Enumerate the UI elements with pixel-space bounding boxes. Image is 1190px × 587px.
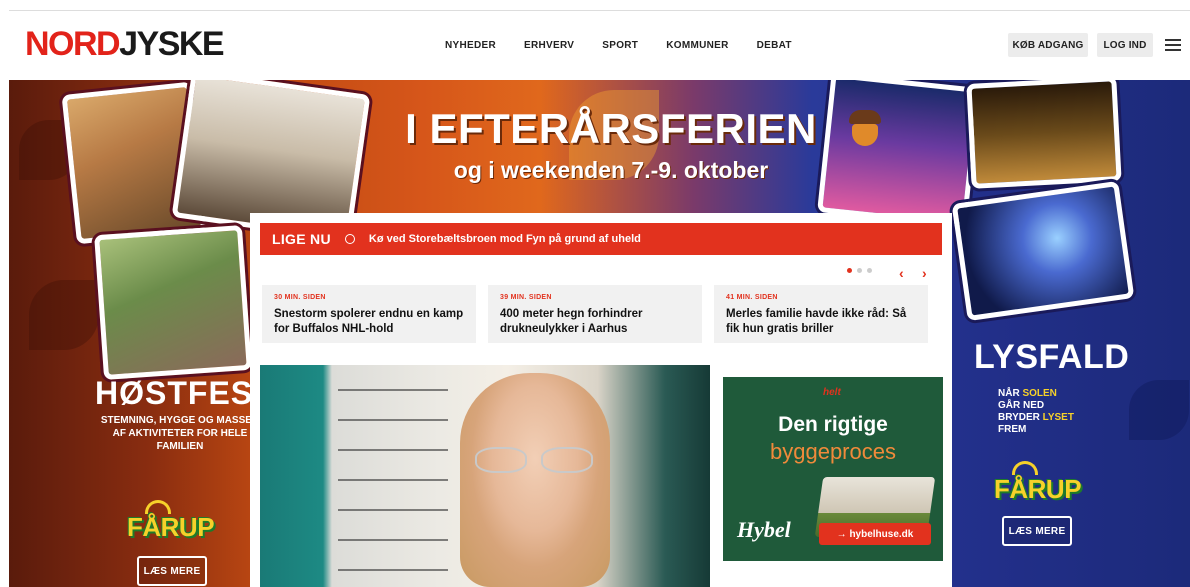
pager-dot[interactable] bbox=[867, 268, 872, 273]
read-more-button-right[interactable]: LÆS MERE bbox=[1002, 516, 1072, 546]
news-title[interactable]: 400 meter hegn forhindrer drukneulykker … bbox=[500, 307, 690, 337]
lysfald-text: BRYDER bbox=[998, 412, 1043, 423]
banner-subheadline: og i weekenden 7.-9. oktober bbox=[453, 157, 769, 183]
news-title[interactable]: Merles familie havde ikke råd: Så fik hu… bbox=[726, 307, 916, 337]
live-dot-icon bbox=[344, 234, 355, 244]
buy-access-button[interactable]: KØB ADGANG bbox=[1008, 33, 1088, 57]
live-ticker[interactable]: LIGE NU Kø ved Storebæltsbroen mod Fyn p… bbox=[260, 223, 942, 255]
news-title[interactable]: Snestorm spolerer endnu en kamp for Buff… bbox=[274, 307, 464, 337]
carousel-pager bbox=[847, 268, 872, 273]
logo-part-nord: NORD bbox=[25, 25, 121, 63]
girl-portrait bbox=[460, 373, 610, 587]
glasses-icon bbox=[475, 447, 595, 475]
leaf-decoration bbox=[29, 280, 99, 350]
nav-item-debat[interactable]: DEBAT bbox=[757, 40, 792, 51]
glasses-display bbox=[338, 375, 448, 587]
farup-logo-left: FÅRUP bbox=[127, 512, 215, 542]
hamburger-menu-icon[interactable] bbox=[1165, 39, 1181, 51]
lysfald-text: GÅR NED bbox=[998, 400, 1045, 411]
nav-item-nyheder[interactable]: NYHEDER bbox=[445, 40, 496, 51]
article-image[interactable] bbox=[260, 365, 710, 587]
lysfald-subtitle: NÅR SOLEN GÅR NED BRYDER LYSET FREM bbox=[998, 388, 1124, 436]
farup-logo-right: FÅRUP bbox=[994, 474, 1082, 504]
news-timestamp: 30 MIN. SIDEN bbox=[274, 294, 326, 301]
news-timestamp: 39 MIN. SIDEN bbox=[500, 294, 552, 301]
photo-string-lights bbox=[966, 80, 1122, 189]
site-header: NORDJYSKE NYHEDER ERHVERV SPORT KOMMUNER… bbox=[9, 10, 1190, 80]
hostfest-title: HØSTFEST bbox=[95, 375, 274, 411]
hostfest-subtitle: STEMNING, HYGGE OG MASSER AF AKTIVITETER… bbox=[100, 415, 260, 452]
pager-dot[interactable] bbox=[857, 268, 862, 273]
banner-headline: I EFTERÅRSFERIEN bbox=[405, 105, 817, 152]
ad-cta-button[interactable]: → hybelhuse.dk bbox=[819, 523, 931, 545]
logo-part-jyske: JYSKE bbox=[119, 25, 225, 63]
ad-headline: Den rigtige bbox=[778, 413, 888, 436]
lysfald-highlight: SOLEN bbox=[1022, 388, 1057, 399]
login-button[interactable]: LOG IND bbox=[1097, 33, 1153, 57]
news-card[interactable]: 39 MIN. SIDEN 400 meter hegn forhindrer … bbox=[488, 285, 702, 343]
ad-cta-label: hybelhuse.dk bbox=[849, 528, 914, 540]
lysfald-text: FREM bbox=[998, 424, 1027, 435]
site-logo[interactable]: NORDJYSKE bbox=[25, 25, 225, 63]
lysfald-block: LYSFALD NÅR SOLEN GÅR NED BRYDER LYSET F… bbox=[974, 338, 1130, 436]
news-card[interactable]: 41 MIN. SIDEN Merles familie havde ikke … bbox=[714, 285, 928, 343]
news-card[interactable]: 30 MIN. SIDEN Snestorm spolerer endnu en… bbox=[262, 285, 476, 343]
read-more-button-left[interactable]: LÆS MERE bbox=[137, 556, 207, 586]
acorn-icon bbox=[849, 110, 881, 146]
lysfald-text: NÅR bbox=[998, 388, 1023, 399]
lysfald-title: LYSFALD bbox=[974, 338, 1130, 376]
live-label: LIGE NU bbox=[272, 231, 331, 247]
nav-item-kommuner[interactable]: KOMMUNER bbox=[666, 40, 728, 51]
ad-subheadline: byggeproces bbox=[770, 439, 896, 464]
chevron-right-icon[interactable]: › bbox=[922, 265, 927, 281]
lysfald-highlight: LYSET bbox=[1042, 412, 1074, 423]
sun-icon bbox=[1012, 461, 1038, 475]
pager-dot[interactable] bbox=[847, 268, 852, 273]
advertisement[interactable]: helt Den rigtige byggeproces Hybel → hyb… bbox=[723, 377, 943, 561]
photo-family-bench bbox=[94, 225, 252, 380]
live-headline[interactable]: Kø ved Storebæltsbroen mod Fyn på grund … bbox=[369, 233, 641, 245]
main-content: LIGE NU Kø ved Storebæltsbroen mod Fyn p… bbox=[250, 213, 952, 587]
photo-light-show bbox=[951, 180, 1135, 322]
leaf-decoration bbox=[1129, 380, 1189, 440]
news-timestamp: 41 MIN. SIDEN bbox=[726, 294, 778, 301]
nav-item-sport[interactable]: SPORT bbox=[602, 40, 638, 51]
main-nav: NYHEDER ERHVERV SPORT KOMMUNER DEBAT bbox=[445, 40, 792, 51]
nav-item-erhverv[interactable]: ERHVERV bbox=[524, 40, 574, 51]
ad-brand-logo: Hybel bbox=[737, 517, 791, 542]
ad-helt: helt bbox=[823, 387, 841, 398]
hostfest-block: HØSTFEST STEMNING, HYGGE OG MASSER AF AK… bbox=[95, 375, 274, 453]
chevron-left-icon[interactable]: ‹ bbox=[899, 265, 904, 281]
